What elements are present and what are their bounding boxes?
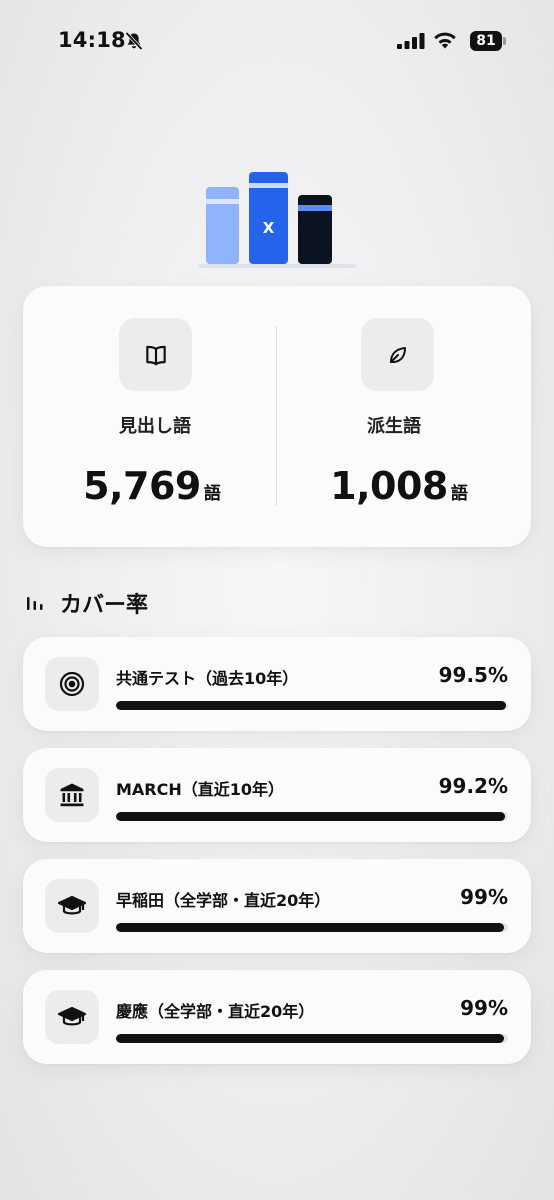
status-bar: 14:18 81 [0, 0, 554, 84]
headwords-count: 5,769 [83, 464, 201, 508]
coverage-label: MARCH（直近10年） [116, 780, 285, 799]
coverage-percent: 99.5% [438, 663, 508, 687]
coverage-label: 共通テスト（過去10年） [116, 669, 299, 688]
coverage-item-keio[interactable]: 慶應（全学部・直近20年） 99% [23, 970, 531, 1064]
coverage-progress-fill [116, 812, 505, 821]
book-blue: X [249, 172, 288, 264]
bar-chart-icon [26, 591, 44, 615]
institution-icon [45, 768, 99, 822]
derived-value: 1,008 語 [272, 464, 526, 508]
leaf-icon [361, 318, 434, 391]
book-light-blue [206, 187, 239, 264]
coverage-percent: 99.2% [438, 774, 508, 798]
coverage-item-march[interactable]: MARCH（直近10年） 99.2% [23, 748, 531, 842]
headwords-unit: 語 [203, 484, 221, 504]
battery-icon: 81 [470, 31, 502, 51]
coverage-progress-bar [116, 812, 508, 821]
coverage-label: 慶應（全学部・直近20年） [116, 1002, 315, 1021]
coverage-label: 早稲田（全学部・直近20年） [116, 891, 331, 910]
coverage-item-common-test[interactable]: 共通テスト（過去10年） 99.5% [23, 637, 531, 731]
coverage-header: カバー率 [26, 588, 148, 618]
book-dark [298, 195, 332, 264]
target-icon [45, 657, 99, 711]
word-count-card: 見出し語 5,769 語 派生語 1,008 語 [23, 286, 531, 547]
coverage-item-waseda[interactable]: 早稲田（全学部・直近20年） 99% [23, 859, 531, 953]
derived-count: 1,008 [330, 464, 448, 508]
coverage-percent: 99% [460, 996, 508, 1020]
coverage-progress-bar [116, 923, 508, 932]
coverage-progress-fill [116, 1034, 505, 1043]
derived-stat: 派生語 1,008 語 [277, 286, 531, 547]
coverage-title: カバー率 [60, 593, 149, 618]
wifi-icon [432, 31, 458, 55]
headwords-value: 5,769 語 [25, 464, 279, 508]
battery-cap [503, 37, 506, 45]
graduation-cap-icon [45, 879, 99, 933]
coverage-progress-fill [116, 701, 507, 710]
coverage-progress-bar [116, 1034, 508, 1043]
headwords-stat: 見出し語 5,769 語 [23, 286, 277, 547]
derived-label: 派生語 [367, 416, 421, 437]
signal-icon [397, 33, 425, 53]
coverage-progress-bar [116, 701, 508, 710]
headwords-label: 見出し語 [119, 416, 191, 437]
books-illustration: X [198, 170, 358, 270]
coverage-percent: 99% [460, 885, 508, 909]
open-book-icon [119, 318, 192, 391]
derived-unit: 語 [450, 484, 468, 504]
coverage-progress-fill [116, 923, 505, 932]
book-mark-x: X [263, 219, 275, 237]
battery-level: 81 [476, 33, 496, 49]
graduation-cap-icon [45, 990, 99, 1044]
bell-slash-icon [124, 31, 144, 55]
status-time: 14:18 [58, 28, 126, 52]
